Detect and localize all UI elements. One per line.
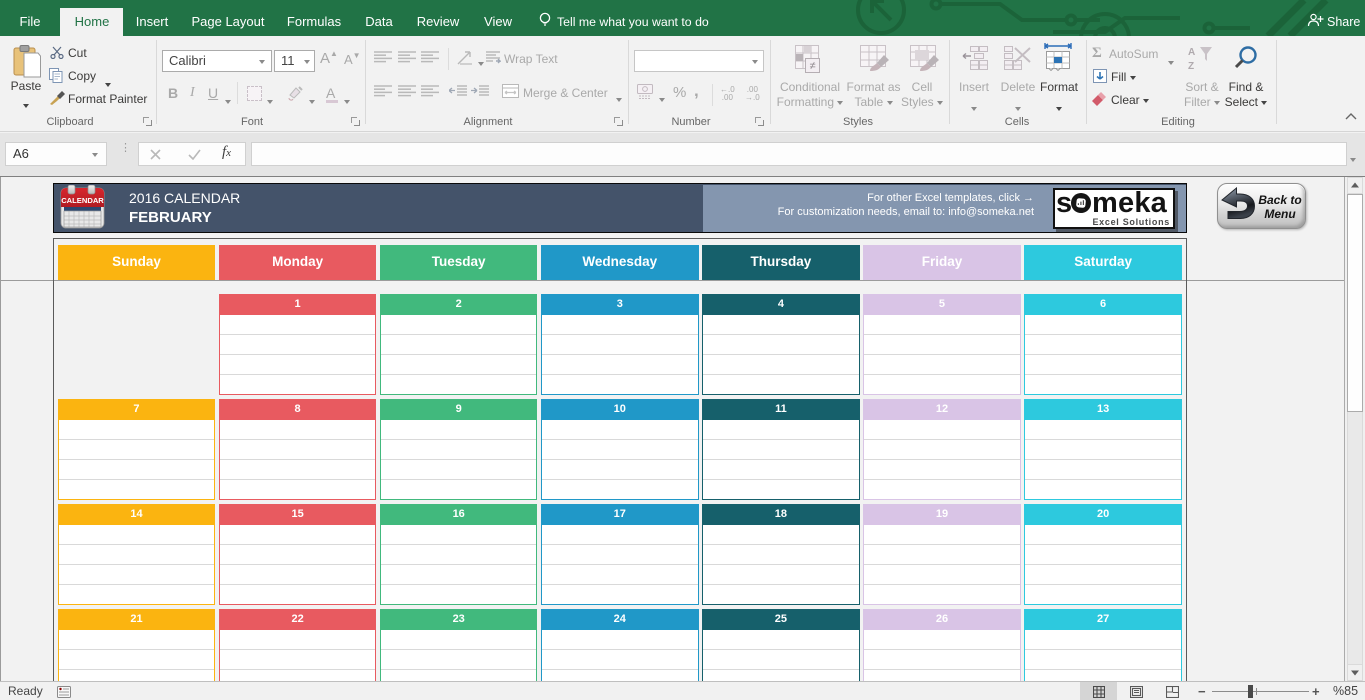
svg-text:Z: Z bbox=[1188, 61, 1194, 71]
svg-text:CALENDAR: CALENDAR bbox=[61, 196, 104, 205]
svg-text:A: A bbox=[1188, 47, 1195, 58]
